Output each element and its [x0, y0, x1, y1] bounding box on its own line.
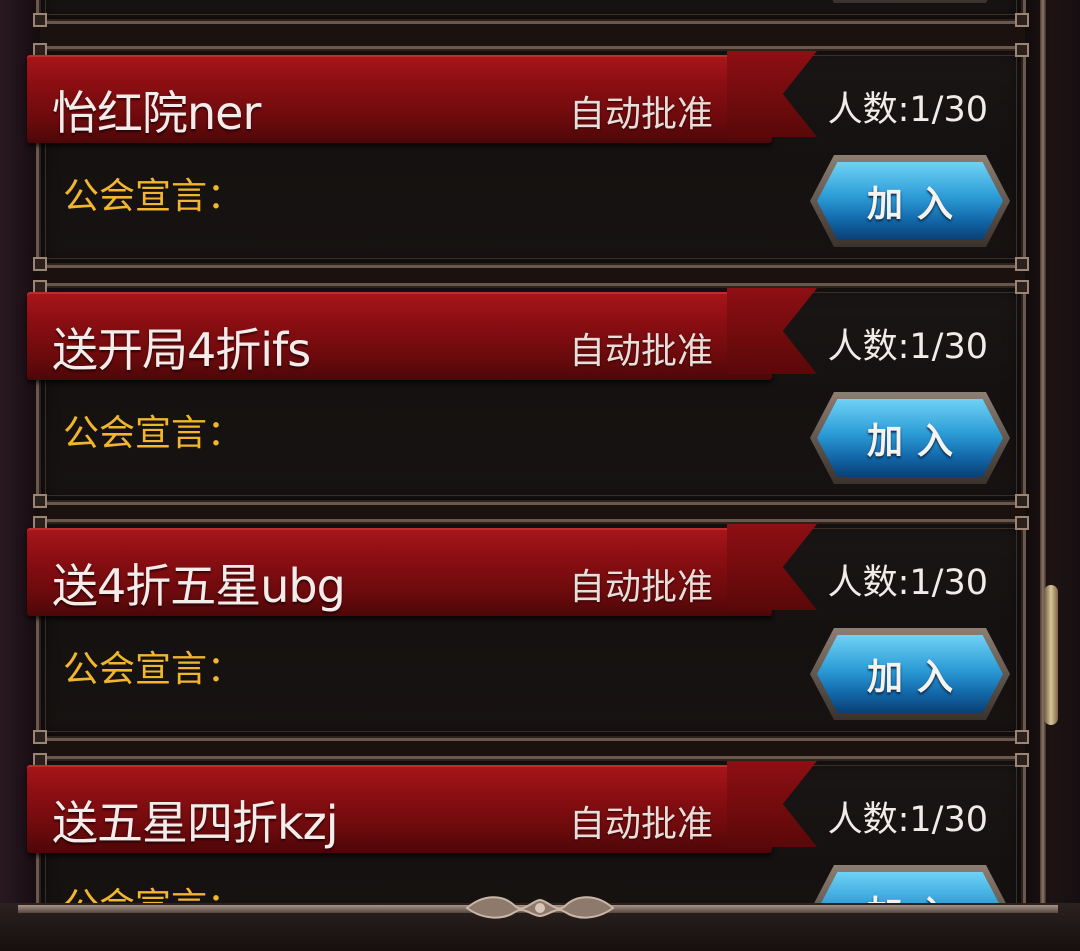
guild-declaration-label: 公会宣言： [63, 176, 244, 217]
member-count: 人数:1/30 [827, 563, 988, 603]
card-corner [1015, 753, 1029, 767]
guild-declaration-label: 公会宣言： [63, 649, 244, 690]
auto-approve-label: 自动批准 [569, 567, 714, 608]
join-button-label: 加入 [866, 421, 967, 462]
guild-name: 送4折五星ubg [52, 559, 346, 613]
card-corner [1015, 516, 1029, 530]
join-button[interactable]: 加入 [810, 628, 1010, 720]
member-count: 人数:1/30 [827, 90, 988, 130]
member-count: 人数:1/30 [827, 800, 988, 840]
member-count: 人数:1/30 [827, 327, 988, 367]
join-button[interactable] [810, 0, 1010, 3]
auto-approve-label: 自动批准 [569, 331, 714, 372]
join-button[interactable]: 加入 [810, 155, 1010, 247]
card-corner [1015, 730, 1029, 744]
card-corner [33, 13, 47, 27]
card-corner [1015, 280, 1029, 294]
card-corner [1015, 494, 1029, 508]
card-corner [33, 257, 47, 271]
guild-name: 送五星四折kzj [52, 796, 339, 850]
banner-tail [727, 761, 817, 847]
join-button-label: 加入 [866, 657, 967, 698]
guild-card: 送开局4折ifs 自动批准 人数:1/30 公会宣言： 加入 [27, 280, 1029, 508]
guild-name-banner: 送开局4折ifs 自动批准 [27, 288, 817, 380]
join-button[interactable]: 加入 [810, 865, 1010, 905]
banner-tail [727, 288, 817, 374]
guild-declaration-label: 公会宣言： [63, 413, 244, 454]
banner-tail [727, 524, 817, 610]
frame-rail [1040, 0, 1046, 905]
scrollbar-thumb[interactable] [1044, 585, 1058, 725]
guild-card: 送五星四折kzj 自动批准 人数:1/30 公会宣言： 加入 [27, 753, 1029, 905]
auto-approve-label: 自动批准 [569, 804, 714, 845]
card-corner [1015, 43, 1029, 57]
guild-declaration-label: 公会宣言： [63, 877, 243, 905]
join-button[interactable]: 加入 [810, 392, 1010, 484]
banner-tail [727, 51, 817, 137]
card-corner [1015, 13, 1029, 27]
join-button-label: 加入 [867, 885, 967, 905]
guild-card [33, 0, 1029, 27]
join-button-label: 加入 [866, 184, 967, 225]
card-corner [33, 494, 47, 508]
card-corner [1015, 257, 1029, 271]
guild-card: 怡红院ner 自动批准 人数:1/30 公会宣言： 加入 [27, 43, 1029, 271]
frame-ornament-icon [465, 896, 615, 919]
guild-list[interactable]: 怡红院ner 自动批准 人数:1/30 公会宣言： 加入 送开局4折ifs 自动… [0, 0, 1080, 905]
guild-card: 送4折五星ubg 自动批准 人数:1/30 公会宣言： 加入 [27, 516, 1029, 744]
guild-name-banner: 送4折五星ubg 自动批准 [27, 524, 817, 616]
guild-name-banner: 送五星四折kzj 自动批准 [27, 761, 817, 853]
guild-name: 怡红院ner [52, 86, 261, 140]
card-corner [33, 730, 47, 744]
guild-name-banner: 怡红院ner 自动批准 [27, 51, 817, 143]
guild-name: 送开局4折ifs [52, 323, 311, 377]
auto-approve-label: 自动批准 [569, 94, 714, 135]
